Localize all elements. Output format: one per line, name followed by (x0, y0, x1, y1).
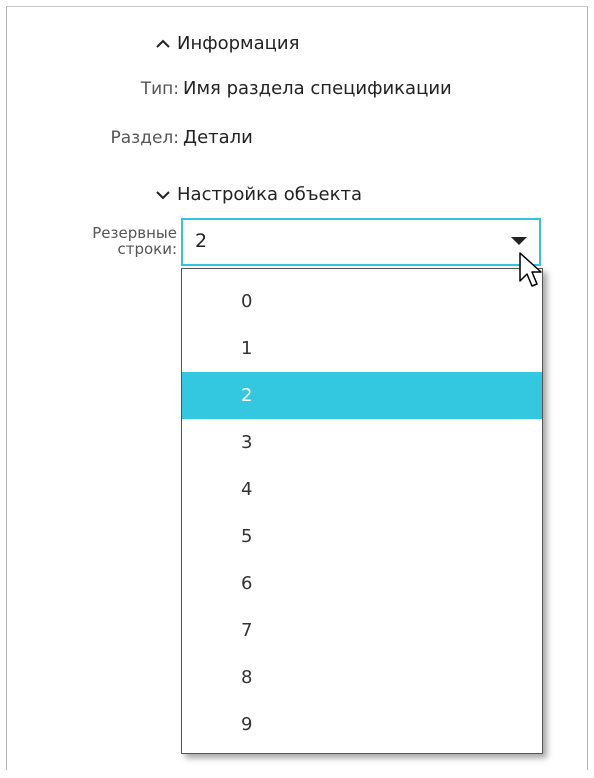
reserve-rows-label: Резервные строки: (5, 225, 177, 257)
reserve-rows-combobox[interactable]: 2 (181, 218, 541, 266)
chevron-up-icon (156, 39, 170, 48)
info-section-header[interactable]: Информация (155, 33, 299, 54)
dropdown-option-0[interactable]: 0 (182, 278, 542, 325)
reserve-rows-label-line2: строки: (117, 240, 177, 258)
dropdown-option-9[interactable]: 9 (182, 701, 542, 748)
combobox-value: 2 (195, 230, 208, 252)
info-section-title: Информация (177, 33, 300, 54)
dropdown-option-5[interactable]: 5 (182, 513, 542, 560)
dropdown-option-1[interactable]: 1 (182, 325, 542, 372)
dropdown-option-8[interactable]: 8 (182, 654, 542, 701)
settings-section-title: Настройка объекта (177, 184, 363, 205)
dropdown-option-7[interactable]: 7 (182, 607, 542, 654)
dropdown-option-2[interactable]: 2 (182, 372, 542, 419)
chevron-down-icon (156, 190, 170, 199)
reserve-rows-dropdown-list[interactable]: 0 1 2 3 4 5 6 7 8 9 (181, 268, 543, 754)
reserve-rows-label-line1: Резервные (92, 224, 177, 242)
type-value: Имя раздела спецификации (183, 78, 452, 99)
settings-section-header[interactable]: Настройка объекта (155, 184, 362, 205)
section-label: Раздел: (110, 128, 179, 148)
dropdown-option-4[interactable]: 4 (182, 466, 542, 513)
dropdown-option-3[interactable]: 3 (182, 419, 542, 466)
section-value: Детали (183, 127, 253, 148)
dropdown-option-6[interactable]: 6 (182, 560, 542, 607)
triangle-down-icon[interactable] (511, 237, 527, 245)
mouse-pointer-icon (519, 252, 542, 287)
type-label: Тип: (140, 79, 179, 99)
